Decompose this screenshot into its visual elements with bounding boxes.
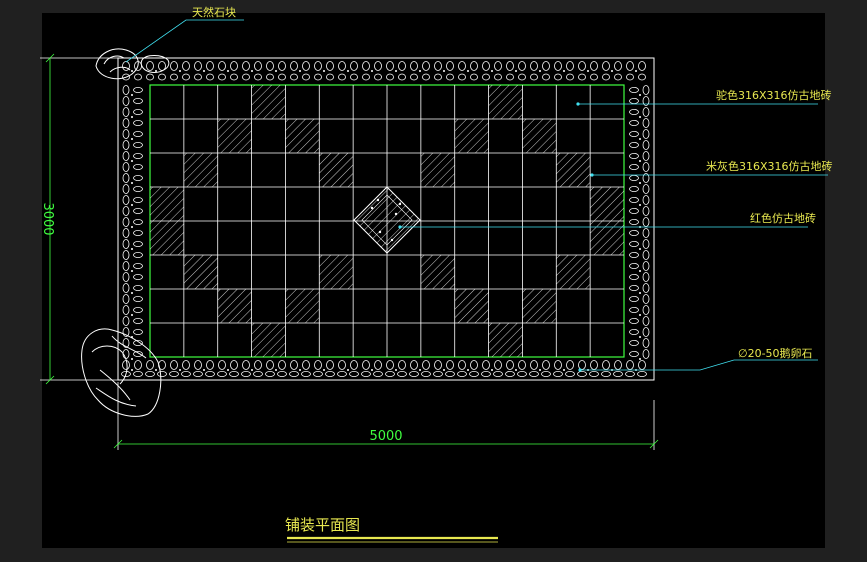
- hatched-tile: [319, 255, 354, 289]
- hatched-tile: [488, 323, 523, 357]
- hatched-tile: [454, 289, 489, 323]
- hatched-tile: [420, 153, 455, 187]
- hatched-tile: [522, 119, 557, 153]
- hatched-tile: [556, 153, 591, 187]
- hatched-tile: [319, 153, 354, 187]
- drawing-title: 铺装平面图: [285, 516, 360, 534]
- hatched-tile: [488, 85, 523, 119]
- hatched-tile: [285, 119, 320, 153]
- dimension-vertical-label: 3000: [40, 202, 55, 235]
- label-natural-stone: 天然石块: [192, 5, 236, 19]
- red-tile-center-diamond: [353, 186, 421, 254]
- hatched-tile: [556, 255, 591, 289]
- hatched-tile: [217, 289, 252, 323]
- paving-plan-drawing: 5000 3000 天然石块 驼色316X316仿古地砖 米灰色316X316仿…: [40, 5, 833, 543]
- hatched-tile: [251, 323, 286, 357]
- hatched-tile: [590, 187, 624, 221]
- hatched-tile: [590, 221, 624, 255]
- label-tile-red: 红色仿古地砖: [750, 211, 816, 225]
- natural-stone-top-left: [95, 48, 170, 80]
- label-pebble: ∅20-50鹅卵石: [738, 346, 813, 360]
- hatched-tile: [285, 289, 320, 323]
- hatched-tile: [454, 119, 489, 153]
- hatched-tile: [217, 119, 252, 153]
- hatched-tile: [251, 85, 286, 119]
- natural-stone-bottom-left: [81, 328, 162, 417]
- hatched-tile: [183, 255, 218, 289]
- cad-drawing-canvas[interactable]: 5000 3000 天然石块 驼色316X316仿古地砖 米灰色316X316仿…: [40, 5, 833, 548]
- title-underline: [287, 536, 498, 543]
- dimension-horizontal-label: 5000: [369, 429, 402, 444]
- hatched-tile: [150, 221, 184, 255]
- hatched-tile: [150, 187, 184, 221]
- label-tile-beige-grey: 米灰色316X316仿古地砖: [706, 159, 833, 173]
- hatched-tile: [183, 153, 218, 187]
- hatched-tile: [522, 289, 557, 323]
- label-tile-camel: 驼色316X316仿古地砖: [716, 88, 832, 102]
- hatched-tile: [420, 255, 455, 289]
